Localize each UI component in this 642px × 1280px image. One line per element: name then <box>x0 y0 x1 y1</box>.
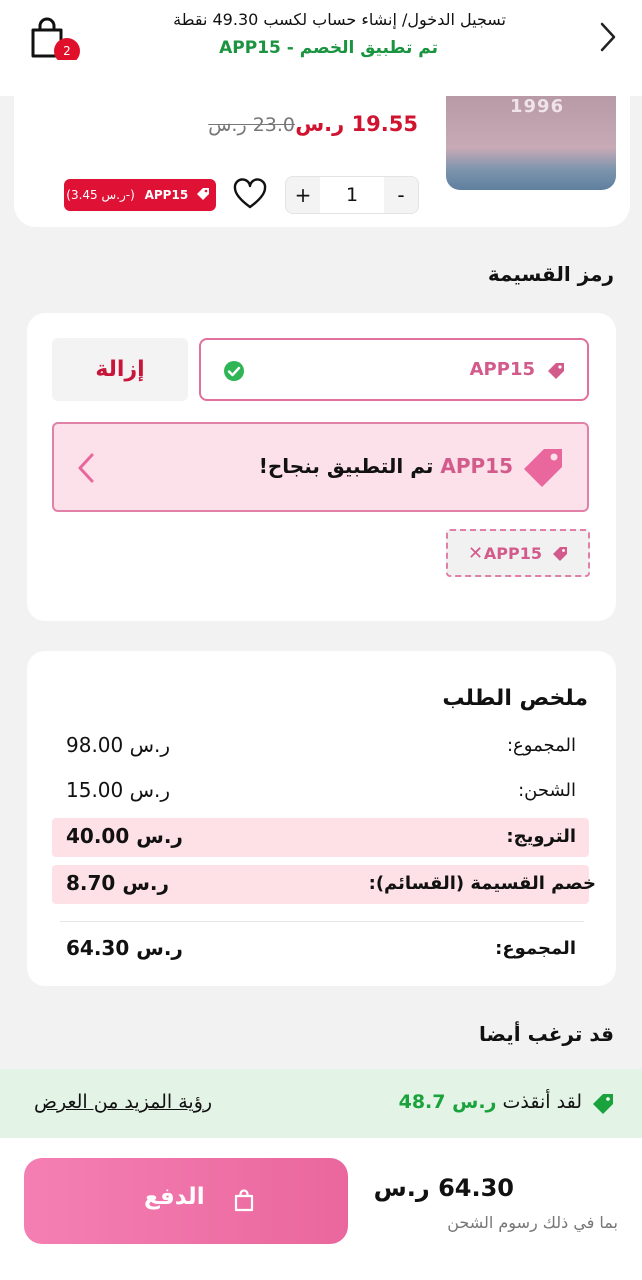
pay-button[interactable]: الدفع <box>24 1158 348 1244</box>
pay-button-label: الدفع <box>144 1184 205 1210</box>
product-image-print: 1996 <box>510 96 565 117</box>
coupon-success-banner[interactable]: APP15 تم التطبيق بنجاح! <box>52 422 589 512</box>
total-value: 64.30 ر.س <box>66 936 183 960</box>
qty-decrease-button[interactable]: - <box>384 177 418 213</box>
shopping-bag-icon <box>234 1189 254 1212</box>
coupon-section-title: رمز القسيمة <box>487 262 614 286</box>
check-circle-icon <box>224 361 244 381</box>
coupon-discount-label: خصم القسيمة (القسائم): <box>368 873 596 894</box>
product-coupon-code: APP15 <box>144 188 189 202</box>
savings-amount: ر.س 48.7 <box>398 1091 497 1113</box>
coupon-success-code: APP15 <box>440 454 513 478</box>
tag-icon <box>553 547 567 561</box>
applied-coupon-chip[interactable]: APP15 ✕ <box>446 529 590 577</box>
savings-prefix: لقد أنقذت <box>502 1091 582 1113</box>
remove-coupon-button[interactable]: إزالة <box>52 338 188 401</box>
promotion-value: 40.00 ر.س <box>66 824 183 848</box>
shipping-label: الشحن: <box>518 780 576 801</box>
coupon-code-field[interactable]: APP15 <box>199 338 589 401</box>
product-coupon-badge: APP15 (-ر.س 3.45) <box>64 179 216 211</box>
shipping-value: 15.00 ر.س <box>66 778 171 802</box>
product-original-price: 23.0 ر.س <box>208 114 295 136</box>
checkout-total: 64.30 ر.س <box>373 1174 514 1202</box>
tag-icon <box>593 1094 613 1114</box>
tag-icon <box>197 188 209 200</box>
order-summary-title: ملخص الطلب <box>442 686 588 711</box>
quantity-stepper: + 1 - <box>285 176 419 214</box>
subtotal-label: المجموع: <box>506 735 576 756</box>
promotion-label: الترويج: <box>506 826 576 847</box>
subtotal-value: 98.00 ر.س <box>66 733 171 757</box>
product-price: 19.55 ر.س <box>295 112 418 136</box>
coupon-success-text: تم التطبيق بنجاح! <box>258 454 434 478</box>
savings-text: لقد أنقذت ر.س 48.7 <box>399 1091 582 1113</box>
tag-icon <box>524 449 562 487</box>
savings-banner: لقد أنقذت ر.س 48.7 رؤية المزيد من العرض <box>0 1069 642 1138</box>
coupon-discount-value: 8.70 ر.س <box>66 871 170 895</box>
qty-increase-button[interactable]: + <box>286 177 320 213</box>
coupon-success-message: APP15 تم التطبيق بنجاح! <box>259 454 513 478</box>
close-icon[interactable]: ✕ <box>468 543 483 564</box>
discount-applied-text: تم تطبيق الخصم - APP15 <box>219 38 438 58</box>
chevron-left-icon <box>78 453 94 483</box>
also-like-title: قد ترغب أيضا <box>479 1022 614 1046</box>
summary-divider <box>60 921 584 922</box>
heart-icon[interactable] <box>233 178 267 210</box>
coupon-code-value: APP15 <box>469 359 535 380</box>
product-coupon-discount: (-ر.س 3.45) <box>66 188 135 202</box>
chevron-right-icon[interactable] <box>596 20 620 54</box>
product-image[interactable]: 1996 <box>446 96 616 190</box>
cart-button[interactable]: 2 <box>28 16 80 64</box>
applied-coupon-code: APP15 <box>483 544 542 563</box>
tag-icon <box>548 363 564 379</box>
checkout-total-note: بما في ذلك رسوم الشحن <box>447 1213 618 1232</box>
qty-value: 1 <box>345 184 359 206</box>
see-more-offers-link[interactable]: رؤية المزيد من العرض <box>34 1091 212 1113</box>
total-label: المجموع: <box>495 938 576 959</box>
login-prompt-link[interactable]: تسجيل الدخول/ إنشاء حساب لكسب 49.30 نقطة <box>173 10 506 29</box>
